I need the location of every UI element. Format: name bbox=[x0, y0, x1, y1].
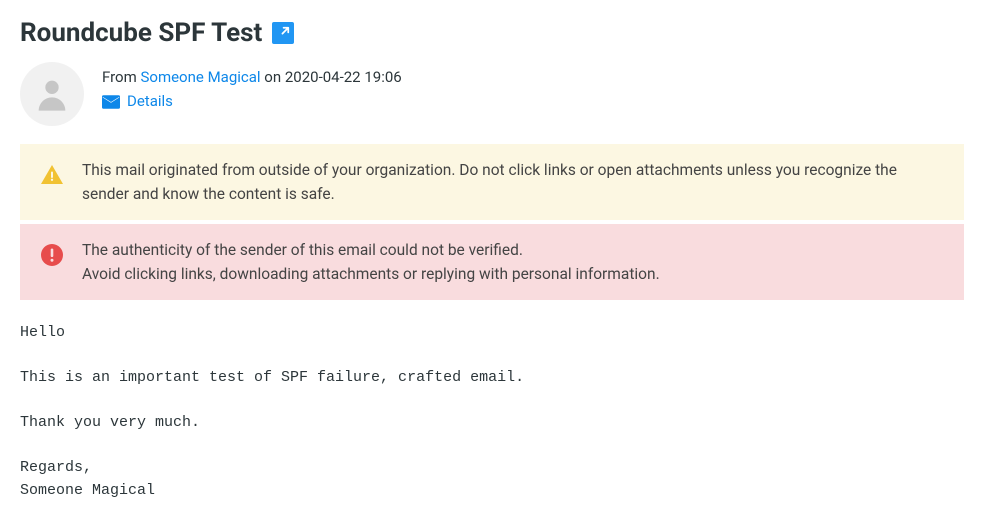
subject-line: Roundcube SPF Test bbox=[20, 18, 964, 48]
avatar bbox=[20, 62, 84, 126]
auth-warning-line1: The authenticity of the sender of this e… bbox=[82, 238, 944, 262]
email-body: Hello This is an important test of SPF f… bbox=[20, 322, 964, 502]
on-label: on bbox=[264, 68, 281, 86]
sender-link[interactable]: Someone Magical bbox=[140, 68, 260, 86]
envelope-icon bbox=[102, 94, 120, 108]
details-toggle[interactable]: Details bbox=[102, 92, 402, 110]
auth-warning-banner: The authenticity of the sender of this e… bbox=[20, 224, 964, 300]
warning-triangle-icon bbox=[40, 163, 64, 187]
external-warning-banner: This mail originated from outside of you… bbox=[20, 144, 964, 220]
details-label: Details bbox=[127, 92, 173, 110]
exclamation-circle-icon bbox=[40, 243, 64, 267]
external-warning-text: This mail originated from outside of you… bbox=[82, 158, 944, 206]
external-link-icon[interactable] bbox=[272, 22, 294, 44]
email-header: From Someone Magical on 2020-04-22 19:06… bbox=[20, 62, 964, 126]
auth-warning-line2: Avoid clicking links, downloading attach… bbox=[82, 262, 944, 286]
email-date: 2020-04-22 19:06 bbox=[285, 68, 402, 86]
header-meta: From Someone Magical on 2020-04-22 19:06… bbox=[102, 62, 402, 110]
alerts-container: This mail originated from outside of you… bbox=[20, 144, 964, 300]
email-subject: Roundcube SPF Test bbox=[20, 18, 262, 48]
from-line: From Someone Magical on 2020-04-22 19:06 bbox=[102, 68, 402, 86]
from-label: From bbox=[102, 68, 137, 86]
auth-warning-text: The authenticity of the sender of this e… bbox=[82, 238, 944, 286]
